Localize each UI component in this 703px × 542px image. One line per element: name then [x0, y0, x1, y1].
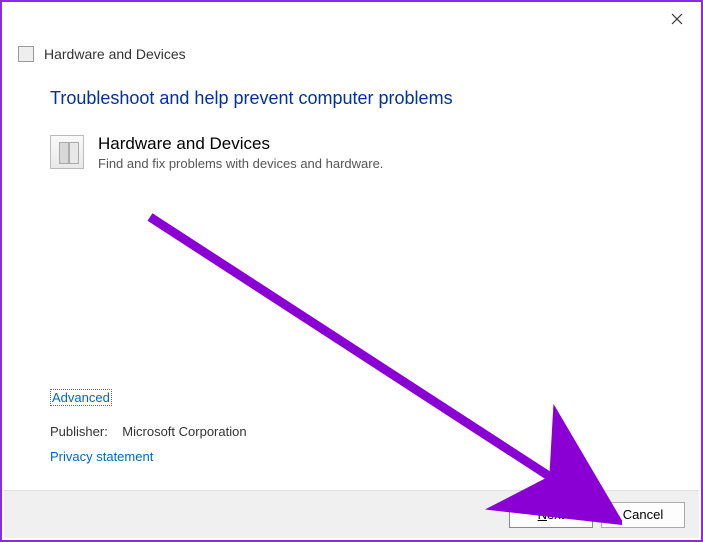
- window-header: Hardware and Devices: [2, 36, 701, 82]
- page-heading: Troubleshoot and help prevent computer p…: [50, 88, 653, 109]
- dialog-footer: Next Cancel: [4, 490, 699, 538]
- publisher-label: Publisher:: [50, 424, 108, 439]
- troubleshooter-item: Hardware and Devices Find and fix proble…: [50, 133, 653, 171]
- publisher-value: Microsoft Corporation: [122, 424, 246, 439]
- window-title: Hardware and Devices: [44, 46, 186, 62]
- privacy-statement-link[interactable]: Privacy statement: [50, 449, 153, 464]
- troubleshooter-small-icon: [18, 46, 34, 62]
- content-area: Troubleshoot and help prevent computer p…: [2, 82, 701, 171]
- publisher-row: Publisher: Microsoft Corporation: [50, 424, 247, 439]
- next-button[interactable]: Next: [509, 502, 593, 528]
- close-icon: [671, 13, 683, 25]
- annotation-arrow: [142, 209, 622, 529]
- titlebar: [2, 2, 701, 36]
- troubleshooter-description: Find and fix problems with devices and h…: [98, 156, 383, 171]
- cancel-button[interactable]: Cancel: [601, 502, 685, 528]
- lower-links: Advanced Publisher: Microsoft Corporatio…: [50, 389, 247, 464]
- troubleshooter-title: Hardware and Devices: [98, 133, 383, 155]
- close-button[interactable]: [655, 4, 699, 34]
- advanced-link[interactable]: Advanced: [50, 389, 112, 406]
- hardware-devices-icon: [50, 135, 84, 169]
- troubleshooter-info: Hardware and Devices Find and fix proble…: [98, 133, 383, 171]
